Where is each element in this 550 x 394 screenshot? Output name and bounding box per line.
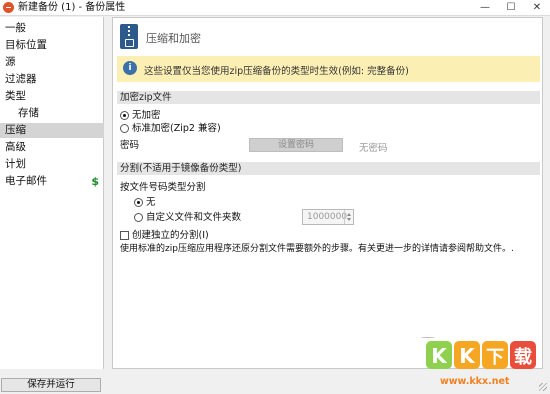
no-encryption-radio[interactable] <box>120 111 129 120</box>
svg-text:下: 下 <box>486 347 504 368</box>
dollar-icon: $ <box>91 175 99 188</box>
settings-panel: 压缩和加密 i 这些设置仅当您使用zip压缩备份的类型时生效(例如: 完整备份)… <box>112 17 543 369</box>
set-password-button[interactable]: 设置密码 <box>249 138 343 152</box>
sidebar-item-advanced[interactable]: 高级 <box>0 140 104 155</box>
close-button[interactable]: ✕ <box>524 0 550 15</box>
sidebar-item-filters[interactable]: 过滤器 <box>0 72 104 87</box>
title-bar: 新建备份 (1) - 备份属性 — ☐ ✕ <box>0 0 550 16</box>
split-help-text: 使用标准的zip压缩应用程序还原分割文件需要额外的步骤。有关更进一步的详情请参阅… <box>120 244 514 254</box>
sidebar-item-compression[interactable]: 压缩 <box>0 123 104 138</box>
split-custom-radio[interactable] <box>134 213 143 222</box>
chevron-up-icon[interactable] <box>347 213 351 216</box>
sidebar-item-source[interactable]: 源 <box>0 55 104 70</box>
split-none-label[interactable]: 无 <box>146 197 156 208</box>
sidebar-item-email[interactable]: 电子邮件 $ <box>0 174 104 189</box>
watermark-url: www.kkx.net <box>440 376 510 387</box>
split-custom-label[interactable]: 自定义文件和文件夹数 <box>146 212 241 223</box>
standard-encryption-radio[interactable] <box>120 124 129 133</box>
sidebar-item-schedule[interactable]: 计划 <box>0 157 104 172</box>
no-encryption-label[interactable]: 无加密 <box>132 110 161 121</box>
svg-text:K: K <box>431 344 448 368</box>
maximize-button[interactable]: ☐ <box>498 0 524 15</box>
file-count-stepper[interactable]: 1000000 <box>302 209 354 225</box>
stepper-arrows[interactable] <box>344 210 353 224</box>
file-count-value: 1000000 <box>307 212 348 222</box>
page-title: 压缩和加密 <box>146 32 201 45</box>
sidebar-item-storage[interactable]: 存储 <box>0 106 104 121</box>
resize-grip[interactable] <box>539 383 547 391</box>
svg-text:载: 载 <box>514 346 532 368</box>
app-logo-icon <box>3 2 14 13</box>
split-section-header: 分割(不适用于镜像备份类型) <box>117 162 540 175</box>
kkx-logo: K K 下 载 <box>426 341 536 369</box>
sidebar-item-type[interactable]: 类型 <box>0 89 104 104</box>
encrypt-section-header: 加密zip文件 <box>117 91 540 104</box>
no-password-text: 无密码 <box>359 143 388 154</box>
sidebar-item-destination[interactable]: 目标位置 <box>0 38 104 53</box>
sidebar-item-label: 电子邮件 <box>5 175 47 187</box>
window-title: 新建备份 (1) - 备份属性 <box>18 2 126 13</box>
split-by-type-label: 按文件号码类型分割 <box>120 182 206 193</box>
chevron-down-icon[interactable] <box>347 218 351 221</box>
settings-sidebar: 一般 目标位置 源 过滤器 类型 存储 压缩 高级 计划 电子邮件 $ <box>0 17 104 369</box>
notice-text: 这些设置仅当您使用zip压缩备份的类型时生效(例如: 完整备份) <box>144 66 409 77</box>
create-split-label[interactable]: 创建独立的分割(I) <box>132 230 209 241</box>
minimize-button[interactable]: — <box>472 0 498 15</box>
info-notice: i 这些设置仅当您使用zip压缩备份的类型时生效(例如: 完整备份) <box>117 56 540 82</box>
sidebar-item-general[interactable]: 一般 <box>0 21 104 36</box>
password-label: 密码 <box>120 140 140 151</box>
svg-text:K: K <box>459 344 476 368</box>
info-icon: i <box>123 61 137 75</box>
create-split-checkbox[interactable] <box>120 231 129 240</box>
split-none-radio[interactable] <box>134 198 143 207</box>
zip-archive-icon <box>120 24 138 49</box>
save-and-run-button[interactable]: 保存并运行 <box>1 378 101 392</box>
standard-encryption-label[interactable]: 标准加密(Zip2 兼容) <box>132 123 221 134</box>
